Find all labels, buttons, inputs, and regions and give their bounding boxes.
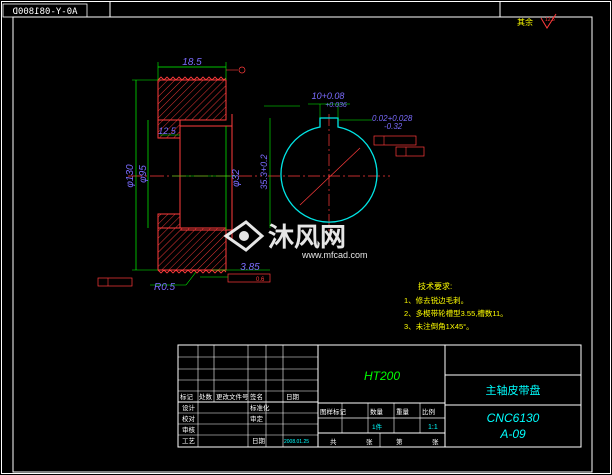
dim-key-width: 10+0.08 <box>312 91 345 101</box>
dim-bore-face: 12.5 <box>158 126 177 136</box>
tb-sheet-suffix: 张 <box>432 437 439 446</box>
tb-scale-value: 1:1 <box>428 424 438 431</box>
tb-check: 校对 <box>182 414 196 423</box>
tb-date-value: 2008.01.25 <box>284 439 309 445</box>
tb-date: 日期 <box>252 437 266 445</box>
web-section-lower <box>157 213 181 229</box>
dim-bore-dia: φ32 <box>231 169 242 187</box>
datum-circle-icon <box>238 66 246 74</box>
watermark-url: www.mfcad.com <box>301 250 368 260</box>
tech-req-item-3: 3、未注倒角1X45°。 <box>404 321 474 331</box>
dim-groove-lower: 0.6 <box>256 277 265 283</box>
title-block: 标记 处数 更改文件号 签名 日期 设计 标准化 校对 审定 审核 工艺 日期 … <box>177 344 582 448</box>
tb-label-date: 日期 <box>286 393 300 401</box>
tb-material: HT200 <box>364 369 400 383</box>
dim-groove: 3.85 <box>240 262 260 273</box>
dim-keyway-tol-b: -0.32 <box>384 122 403 131</box>
tb-drawing-no-1: CNC6130 <box>487 411 540 425</box>
tolerance-frame-keyway-2 <box>395 146 425 157</box>
tb-drawing-no-2: A-09 <box>499 427 526 441</box>
tb-quantity: 数量 <box>370 407 384 416</box>
rim-section-upper <box>157 79 227 121</box>
cad-drawing-canvas: A0-Y-081800D 其余 12.5 18.5 φ130 φ95 12.5 … <box>1 1 611 474</box>
tb-stage-mark: 图样标记 <box>320 407 347 416</box>
watermark-logo-icon <box>223 220 265 252</box>
dim-dia-outer: φ130 <box>125 164 136 188</box>
tolerance-frame-left <box>97 277 133 287</box>
corner-tag-text: A0-Y-081800D <box>12 7 77 17</box>
tech-req-item-2: 2、多楔带轮槽型3.55,槽数11。 <box>404 308 508 318</box>
tb-audit: 审核 <box>182 425 196 434</box>
tb-label-sign: 签名 <box>250 392 263 401</box>
tb-sheet: 第 <box>396 437 403 446</box>
dim-dia-hub: φ95 <box>138 165 149 183</box>
tb-scale: 比例 <box>422 407 435 416</box>
tb-design: 设计 <box>182 403 196 412</box>
dim-chamfer-r: R0.5 <box>154 282 176 293</box>
tb-standardize: 标准化 <box>250 403 270 412</box>
dim-width-top: 18.5 <box>182 57 202 68</box>
tb-total: 共 <box>330 437 337 446</box>
tb-part-name: 主轴皮带盘 <box>486 383 541 397</box>
top-right-label: 其余 <box>517 17 533 27</box>
top-right-roughness-value: 12.5 <box>545 17 555 23</box>
tb-label-count: 处数 <box>199 392 213 401</box>
watermark-brand: 沐风网 <box>268 222 346 252</box>
rim-section-lower <box>157 227 227 271</box>
tb-qty-value: 1件 <box>372 422 383 431</box>
tech-requirements: 技术要求: 1、修去锐边毛刺。 2、多楔带轮槽型3.55,槽数11。 3、未注倒… <box>404 281 508 331</box>
tb-label-mark: 标记 <box>180 392 194 401</box>
dim-key-depth: 35.3+0.2 <box>259 154 269 189</box>
tolerance-frame-keyway-1 <box>373 135 417 146</box>
watermark: 沐风网 www.mfcad.com <box>223 220 368 260</box>
tb-label-change: 更改文件号 <box>216 392 249 401</box>
tech-req-item-1: 1、修去锐边毛刺。 <box>404 295 468 305</box>
dim-key-width-lower: +0.036 <box>325 102 347 109</box>
tb-weight: 重量 <box>396 408 410 416</box>
tb-process: 工艺 <box>182 437 196 445</box>
tb-sheets: 张 <box>366 437 373 446</box>
tb-review: 审定 <box>250 414 264 423</box>
tech-req-title: 技术要求: <box>418 281 452 291</box>
